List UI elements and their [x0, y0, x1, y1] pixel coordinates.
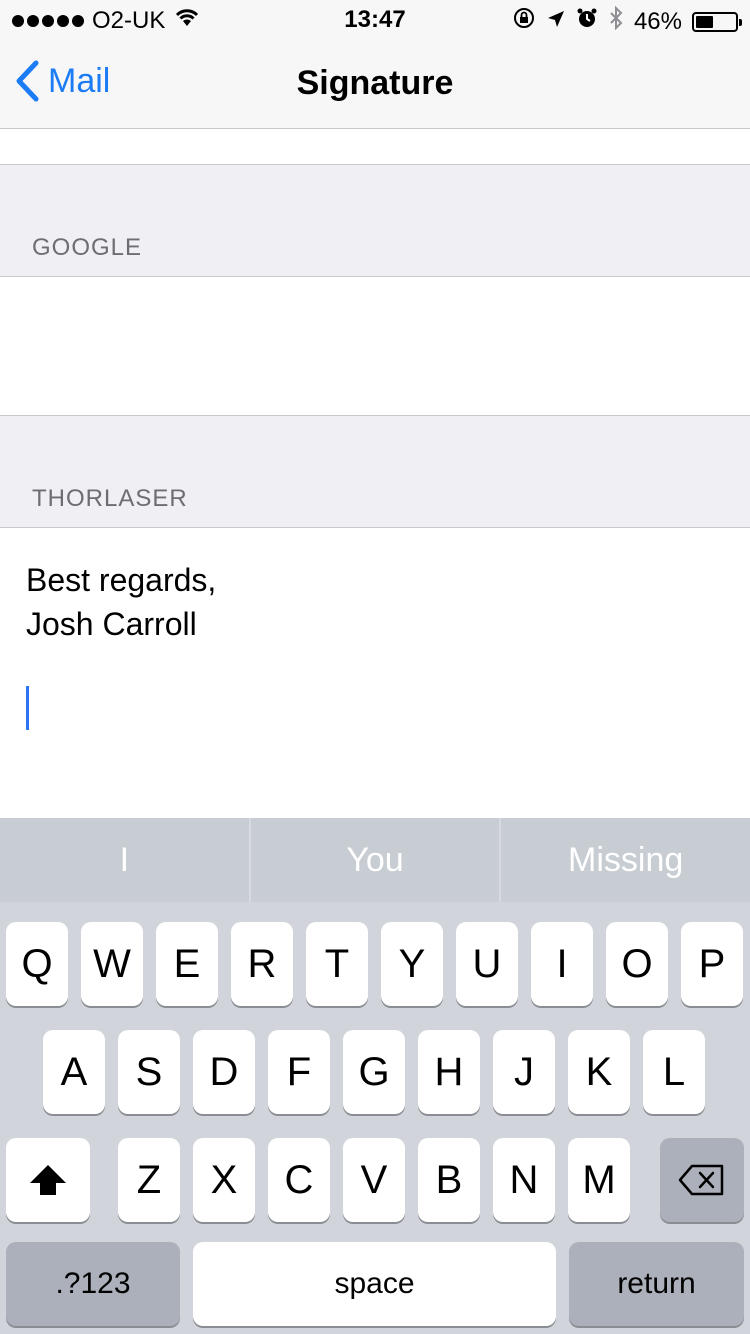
key-m[interactable]: M	[568, 1138, 630, 1222]
bluetooth-icon	[608, 5, 624, 37]
signature-line: Josh Carroll	[26, 606, 197, 642]
key-f[interactable]: F	[268, 1030, 330, 1114]
predictive-bar: I You Missing	[0, 818, 750, 902]
key-r[interactable]: R	[231, 922, 293, 1006]
signature-field-thorlaser[interactable]: Best regards, Josh Carroll	[0, 527, 750, 819]
status-right: 46%	[512, 5, 742, 37]
return-key[interactable]: return	[569, 1242, 744, 1326]
signature-field-previous[interactable]	[0, 129, 750, 165]
key-o[interactable]: O	[606, 922, 668, 1006]
signature-text: Best regards, Josh Carroll	[26, 558, 216, 646]
space-key[interactable]: space	[193, 1242, 556, 1326]
page-title: Signature	[296, 64, 454, 102]
key-d[interactable]: D	[193, 1030, 255, 1114]
suggestion-1[interactable]: I	[0, 818, 251, 902]
section-label-thorlaser: THORLASER	[32, 485, 188, 512]
key-e[interactable]: E	[156, 922, 218, 1006]
signature-line: Best regards,	[26, 562, 217, 598]
delete-key[interactable]	[660, 1138, 744, 1222]
key-z[interactable]: Z	[118, 1138, 180, 1222]
status-bar: O2-UK 13:47 46%	[0, 0, 750, 40]
navigation-bar: Mail Signature	[0, 40, 750, 129]
keyboard: I You Missing Q W E R T Y U I O P A S D …	[0, 818, 750, 1334]
battery-fill	[696, 15, 713, 28]
key-g[interactable]: G	[343, 1030, 405, 1114]
key-q[interactable]: Q	[6, 922, 68, 1006]
battery-icon	[692, 11, 742, 32]
key-c[interactable]: C	[268, 1138, 330, 1222]
key-t[interactable]: T	[306, 922, 368, 1006]
key-b[interactable]: B	[418, 1138, 480, 1222]
key-j[interactable]: J	[493, 1030, 555, 1114]
key-x[interactable]: X	[193, 1138, 255, 1222]
key-n[interactable]: N	[493, 1138, 555, 1222]
orientation-lock-icon	[512, 6, 536, 37]
key-v[interactable]: V	[343, 1138, 405, 1222]
key-u[interactable]: U	[456, 922, 518, 1006]
key-k[interactable]: K	[568, 1030, 630, 1114]
key-l[interactable]: L	[643, 1030, 705, 1114]
key-h[interactable]: H	[418, 1030, 480, 1114]
suggestion-3[interactable]: Missing	[501, 818, 750, 902]
signature-field-google[interactable]	[0, 276, 750, 416]
text-caret	[26, 686, 29, 730]
backspace-icon	[678, 1164, 724, 1196]
key-s[interactable]: S	[118, 1030, 180, 1114]
numbers-key[interactable]: .?123	[6, 1242, 180, 1326]
key-w[interactable]: W	[81, 922, 143, 1006]
key-p[interactable]: P	[681, 922, 743, 1006]
key-a[interactable]: A	[43, 1030, 105, 1114]
shift-key[interactable]	[6, 1138, 90, 1222]
battery-percent: 46%	[633, 7, 682, 35]
suggestion-2[interactable]: You	[251, 818, 502, 902]
alarm-icon	[576, 7, 598, 36]
section-label-google: GOOGLE	[32, 234, 143, 261]
shift-arrow-icon	[30, 1165, 66, 1195]
key-i[interactable]: I	[531, 922, 593, 1006]
location-arrow-icon	[546, 8, 566, 36]
key-y[interactable]: Y	[381, 922, 443, 1006]
